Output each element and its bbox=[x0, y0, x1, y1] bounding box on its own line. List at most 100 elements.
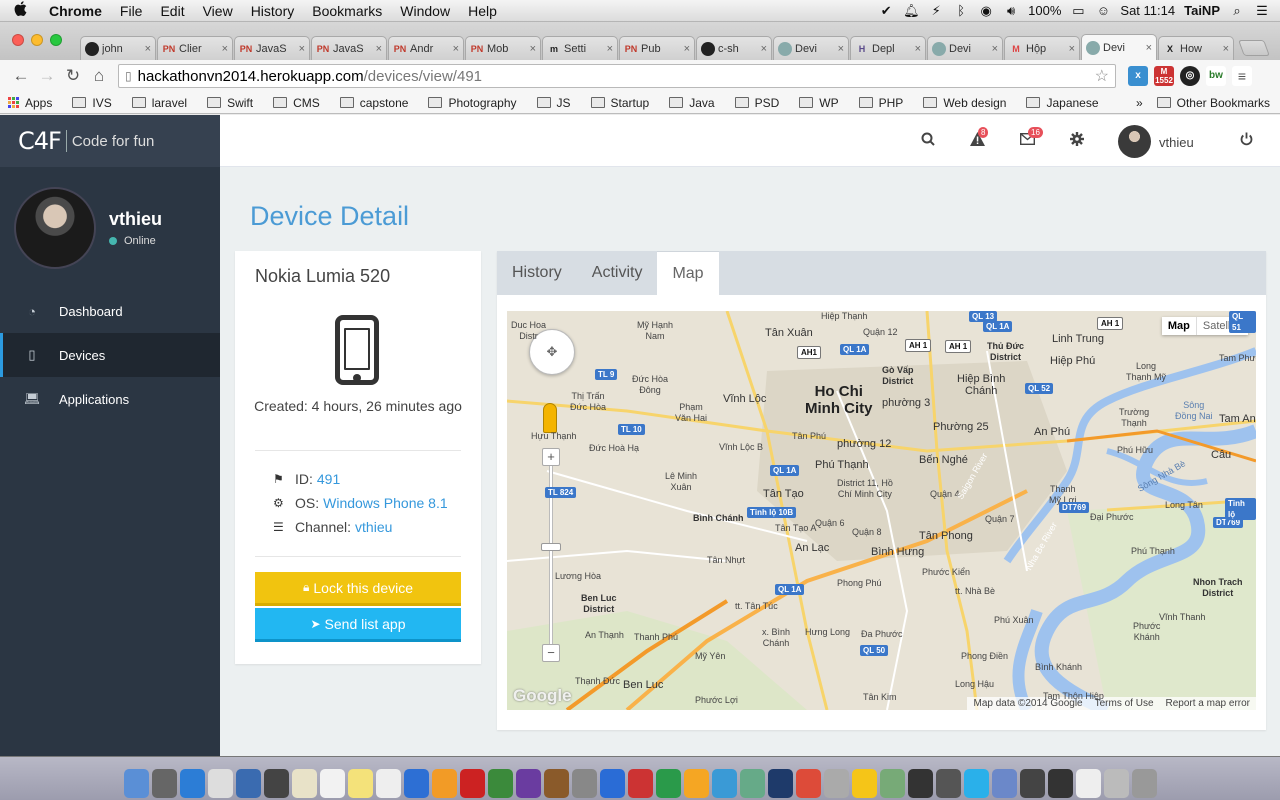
browser-tab[interactable]: PN JavaS × bbox=[234, 36, 310, 60]
tab-close-icon[interactable]: × bbox=[838, 43, 844, 55]
dock-app-icon[interactable] bbox=[543, 769, 569, 798]
tab-close-icon[interactable]: × bbox=[761, 43, 767, 55]
dock-app-icon[interactable] bbox=[739, 769, 765, 798]
browser-tab[interactable]: PN Clier × bbox=[157, 36, 233, 60]
sidebar-item-devices[interactable]: ▯ Devices bbox=[0, 333, 220, 377]
tab-history[interactable]: History bbox=[497, 251, 577, 295]
menu-window[interactable]: Window bbox=[391, 3, 459, 19]
dock-app-icon[interactable] bbox=[179, 769, 205, 798]
tab-close-icon[interactable]: × bbox=[299, 43, 305, 55]
avatar[interactable] bbox=[14, 187, 96, 269]
dock-app-icon[interactable] bbox=[487, 769, 513, 798]
dock-app-icon[interactable] bbox=[1103, 769, 1129, 798]
dock-app-icon[interactable] bbox=[627, 769, 653, 798]
browser-tab[interactable]: Devi × bbox=[773, 36, 849, 60]
dock-app-icon[interactable] bbox=[767, 769, 793, 798]
dock-app-icon[interactable] bbox=[571, 769, 597, 798]
dock-app-icon[interactable] bbox=[207, 769, 233, 798]
bookmark-folder[interactable]: Startup bbox=[590, 96, 649, 110]
bookmark-star-icon[interactable]: ☆ bbox=[1095, 66, 1109, 86]
dock-app-icon[interactable] bbox=[599, 769, 625, 798]
report-map-error-link[interactable]: Report a map error bbox=[1166, 698, 1250, 709]
dock-app-icon[interactable] bbox=[291, 769, 317, 798]
bookmark-folder[interactable]: capstone bbox=[339, 96, 408, 110]
bolt-icon[interactable]: ⚡︎ bbox=[928, 3, 944, 19]
dock-app-icon[interactable] bbox=[991, 769, 1017, 798]
browser-tab[interactable]: PN Pub × bbox=[619, 36, 695, 60]
dock-app-icon[interactable] bbox=[1075, 769, 1101, 798]
envelope-icon[interactable]: 16 bbox=[1019, 127, 1043, 149]
zoom-out-button[interactable]: − bbox=[542, 644, 560, 662]
bookmark-apps[interactable]: Apps bbox=[8, 96, 52, 110]
alert-triangle-icon[interactable]: 8 bbox=[970, 127, 989, 150]
google-map[interactable]: Map Satellite ✥ + − Google Map data ©201… bbox=[507, 311, 1256, 710]
zoom-in-button[interactable]: + bbox=[542, 448, 560, 466]
tab-close-icon[interactable]: × bbox=[145, 43, 151, 55]
dock-app-icon[interactable] bbox=[123, 769, 149, 798]
apple-icon[interactable] bbox=[0, 1, 40, 20]
send-list-app-button[interactable]: ➤ Send list app bbox=[255, 608, 461, 642]
checkmark-status-icon[interactable]: ✔ bbox=[878, 3, 894, 19]
dock-app-icon[interactable] bbox=[1131, 769, 1157, 798]
street-view-pegman-icon[interactable] bbox=[543, 403, 557, 433]
search-icon[interactable] bbox=[921, 132, 935, 150]
logo[interactable]: C4F Code for fun bbox=[0, 115, 220, 167]
dock-app-icon[interactable] bbox=[879, 769, 905, 798]
browser-tab[interactable]: c-sh × bbox=[696, 36, 772, 60]
back-arrow-icon[interactable]: ← bbox=[8, 66, 34, 86]
bluetooth-icon[interactable]: ᛒ bbox=[953, 3, 969, 18]
map-type-map-button[interactable]: Map bbox=[1162, 317, 1197, 335]
menu-app-name[interactable]: Chrome bbox=[40, 3, 111, 19]
menu-bookmarks[interactable]: Bookmarks bbox=[303, 3, 391, 19]
close-window-icon[interactable] bbox=[12, 34, 24, 46]
tab-activity[interactable]: Activity bbox=[577, 251, 658, 295]
tab-close-icon[interactable]: × bbox=[222, 43, 228, 55]
browser-tab[interactable]: M Hộp × bbox=[1004, 36, 1080, 60]
bookmark-folder[interactable]: Java bbox=[669, 96, 715, 110]
menu-edit[interactable]: Edit bbox=[151, 3, 193, 19]
menu-history[interactable]: History bbox=[242, 3, 304, 19]
browser-tab[interactable]: H Depl × bbox=[850, 36, 926, 60]
tab-close-icon[interactable]: × bbox=[530, 43, 536, 55]
new-tab-button[interactable] bbox=[1238, 40, 1270, 56]
bookmark-overflow[interactable]: » Other Bookmarks bbox=[1136, 96, 1270, 110]
browser-tab[interactable]: PN Andr × bbox=[388, 36, 464, 60]
bookmark-folder[interactable]: laravel bbox=[131, 96, 187, 110]
bookmark-folder[interactable]: Web design bbox=[923, 96, 1006, 110]
zoom-slider-handle[interactable] bbox=[541, 543, 561, 551]
notification-bell-icon[interactable]: 🔔︎ bbox=[903, 3, 920, 19]
header-username[interactable]: vthieu bbox=[1159, 135, 1194, 150]
menu-view[interactable]: View bbox=[194, 3, 242, 19]
tab-close-icon[interactable]: × bbox=[453, 43, 459, 55]
id-value[interactable]: 491 bbox=[317, 471, 340, 487]
browser-tab[interactable]: PN JavaS × bbox=[311, 36, 387, 60]
sidebar-item-dashboard[interactable]: ◔ Dashboard bbox=[0, 289, 220, 333]
dock-app-icon[interactable] bbox=[795, 769, 821, 798]
dock-app-icon[interactable] bbox=[459, 769, 485, 798]
spotlight-search-icon[interactable]: ⌕ bbox=[1229, 3, 1245, 19]
dock-app-icon[interactable] bbox=[151, 769, 177, 798]
dock-app-icon[interactable] bbox=[515, 769, 541, 798]
browser-tab[interactable]: X How × bbox=[1158, 36, 1234, 60]
dock-app-icon[interactable] bbox=[347, 769, 373, 798]
menu-file[interactable]: File bbox=[111, 3, 152, 19]
extension-x-icon[interactable]: x bbox=[1128, 66, 1148, 86]
bookmark-folder[interactable]: WP bbox=[799, 96, 839, 110]
dock-app-icon[interactable] bbox=[375, 769, 401, 798]
dock-app-icon[interactable] bbox=[683, 769, 709, 798]
battery-icon[interactable]: ▭ bbox=[1070, 3, 1086, 19]
browser-tab[interactable]: Devi × bbox=[1081, 34, 1157, 60]
tab-close-icon[interactable]: × bbox=[1069, 43, 1075, 55]
dock-app-icon[interactable] bbox=[963, 769, 989, 798]
dock-app-icon[interactable] bbox=[851, 769, 877, 798]
reload-icon[interactable]: ↻ bbox=[60, 66, 86, 86]
wifi-icon[interactable]: ◉ bbox=[978, 3, 994, 19]
tab-map[interactable]: Map bbox=[657, 251, 719, 295]
gear-icon[interactable] bbox=[1070, 132, 1084, 150]
menu-help[interactable]: Help bbox=[459, 3, 506, 19]
home-icon[interactable]: ⌂ bbox=[86, 66, 112, 86]
dock-app-icon[interactable] bbox=[431, 769, 457, 798]
dock-app-icon[interactable] bbox=[1019, 769, 1045, 798]
os-value[interactable]: Windows Phone 8.1 bbox=[323, 495, 448, 511]
volume-icon[interactable]: 🔊︎ bbox=[1003, 3, 1019, 19]
